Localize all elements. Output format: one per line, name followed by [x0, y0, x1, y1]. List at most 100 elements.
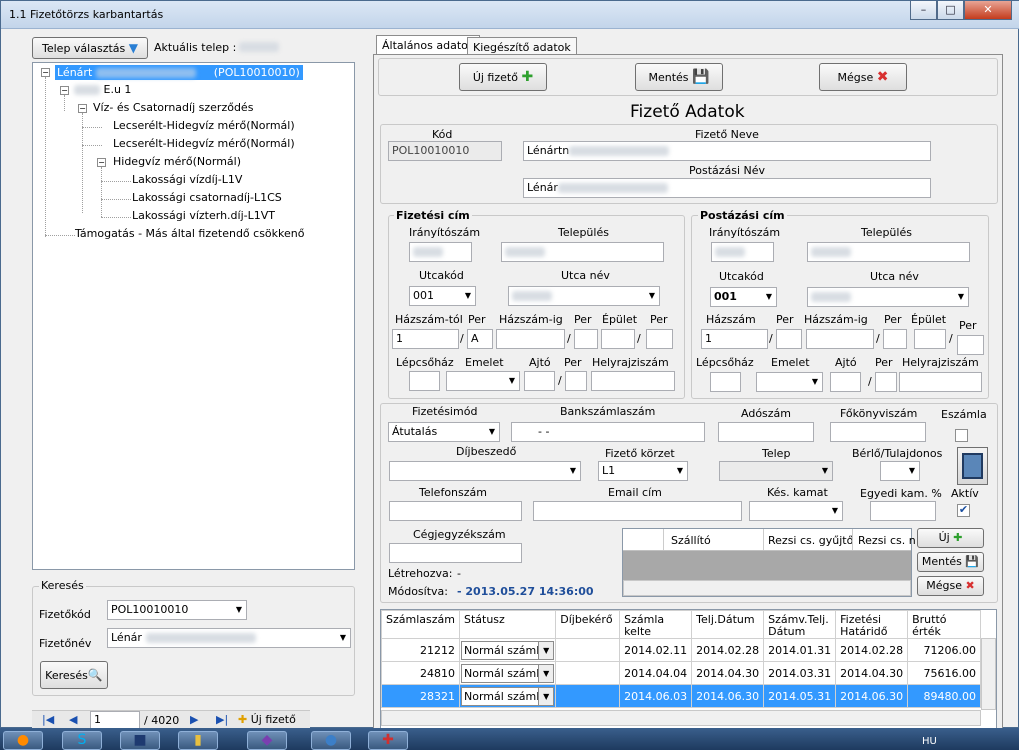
- maximize-button[interactable]: □: [937, 1, 964, 20]
- thunderbird-icon[interactable]: ●: [311, 731, 351, 750]
- col-accounting-date[interactable]: Számv.Telj. Dátum: [763, 610, 837, 639]
- postal-door-per-field[interactable]: [875, 372, 897, 392]
- tree-node-root[interactable]: Lénárt (POL10010010): [55, 65, 303, 80]
- billing-house-to-field[interactable]: [496, 329, 565, 349]
- table-row[interactable]: 24810 Normál számla ▼ 2014.04.04 2014.04.…: [381, 661, 981, 685]
- billing-building-field[interactable]: [601, 329, 635, 349]
- active-checkbox[interactable]: ✔: [957, 504, 970, 517]
- status-select[interactable]: Normál számla ▼: [460, 640, 555, 660]
- postal-street-select[interactable]: [807, 287, 969, 307]
- einvoice-checkbox[interactable]: [955, 429, 968, 442]
- supplier-grid-hscroll[interactable]: [623, 580, 911, 596]
- tab-altalanos[interactable]: Általános adatok: [376, 35, 481, 55]
- record-position-input[interactable]: 1: [90, 711, 140, 729]
- visual-studio-icon[interactable]: ◆: [247, 731, 287, 750]
- new-payer-nav-button[interactable]: ✚ Új fizető: [238, 713, 296, 726]
- billing-street-code-select[interactable]: 001: [409, 286, 476, 306]
- tree-node[interactable]: Lecserélt-Hidegvíz mérő(Normál): [113, 119, 295, 132]
- tab-kiegeszito[interactable]: Kiegészítő adatok: [467, 37, 577, 55]
- tree-node[interactable]: Lakossági csatornadíj-L1CS: [132, 191, 282, 204]
- tree-node[interactable]: Támogatás - Más által fizetendő csökkenő: [75, 227, 304, 240]
- late-interest-select[interactable]: [749, 501, 843, 521]
- postal-city-field[interactable]: [807, 242, 970, 262]
- billing-street-select[interactable]: [508, 286, 660, 306]
- tax-number-field[interactable]: [718, 422, 814, 442]
- last-record-icon[interactable]: ▶|: [216, 713, 228, 726]
- payer-name-field[interactable]: Lénártn: [523, 141, 931, 161]
- invoice-grid-vscroll[interactable]: [981, 638, 996, 710]
- col-status[interactable]: Státusz: [458, 610, 557, 639]
- postal-zip-field[interactable]: [711, 242, 774, 262]
- invoice-grid[interactable]: Számlaszám Státusz Díjbekérő Számla kelt…: [380, 609, 997, 729]
- tree-node[interactable]: Lakossági vízdíj-L1V: [132, 173, 242, 186]
- first-record-icon[interactable]: |◀: [42, 713, 54, 726]
- fee-collector-select[interactable]: [389, 461, 581, 481]
- phone-field[interactable]: [389, 501, 522, 521]
- postal-lot-field[interactable]: [899, 372, 982, 392]
- site-select[interactable]: [719, 461, 833, 481]
- status-select[interactable]: Normál számla ▼: [460, 663, 555, 683]
- table-row[interactable]: 28321 Normál számla ▼ 2014.06.03 2014.06.…: [381, 684, 981, 708]
- billing-per3-field[interactable]: [646, 329, 673, 349]
- cancel-button[interactable]: Mégse ✖: [819, 63, 907, 91]
- floppy-icon[interactable]: ■: [120, 731, 160, 750]
- payer-tree[interactable]: − Lénárt (POL10010010) − E.u 1 − Víz- és…: [32, 62, 355, 570]
- tree-node[interactable]: E.u 1: [74, 83, 131, 96]
- postal-street-code-select[interactable]: 001: [710, 287, 777, 307]
- prev-record-icon[interactable]: ◀: [69, 713, 77, 726]
- billing-house-from-field[interactable]: 1: [392, 329, 459, 349]
- edit-note-button[interactable]: [957, 447, 988, 485]
- tree-node[interactable]: Víz- és Csatornadíj szerződés: [93, 101, 253, 114]
- close-button[interactable]: ✕: [964, 1, 1012, 20]
- supplier-save-button[interactable]: Mentés 💾: [917, 552, 984, 572]
- tree-node[interactable]: Hidegvíz mérő(Normál): [113, 155, 241, 168]
- col-due-date[interactable]: Fizetési Határidő: [835, 610, 909, 639]
- invoice-grid-hscroll[interactable]: [381, 710, 981, 726]
- table-row[interactable]: 21212 Normál számla ▼ 2014.02.11 2014.02.…: [381, 638, 981, 662]
- supplier-grid[interactable]: Szállító Rezsi cs. gyűjtő Rezsi cs. n: [622, 528, 916, 597]
- postal-house-field[interactable]: 1: [701, 329, 768, 349]
- custom-interest-field[interactable]: [870, 501, 936, 521]
- next-record-icon[interactable]: ▶: [190, 713, 198, 726]
- save-button[interactable]: Mentés 💾: [635, 63, 723, 91]
- payer-code-select[interactable]: POL10010010: [107, 600, 247, 620]
- billing-per-field[interactable]: A: [467, 329, 493, 349]
- postal-per-field[interactable]: [776, 329, 802, 349]
- billing-door-field[interactable]: [524, 371, 555, 391]
- ledger-number-field[interactable]: [830, 422, 926, 442]
- postal-house-to-field[interactable]: [806, 329, 874, 349]
- language-indicator[interactable]: HU: [922, 736, 937, 747]
- payment-method-select[interactable]: Átutalás: [388, 422, 500, 442]
- skype-icon[interactable]: S: [62, 731, 102, 750]
- col-rezsi-collector[interactable]: Rezsi cs. gyűjtő: [768, 534, 853, 547]
- billing-lot-field[interactable]: [591, 371, 675, 391]
- billing-floor-select[interactable]: [446, 371, 520, 391]
- col-invoice-date[interactable]: Számla kelte: [619, 610, 693, 639]
- files-icon[interactable]: ▮: [178, 731, 218, 750]
- col-gross[interactable]: Bruttó érték: [907, 610, 981, 639]
- bank-account-field[interactable]: - -: [511, 422, 705, 442]
- tree-expander-icon[interactable]: −: [78, 104, 87, 113]
- col-fee-request[interactable]: Díjbekérő: [555, 610, 621, 639]
- tenant-owner-select[interactable]: [880, 461, 920, 481]
- billing-zip-field[interactable]: [409, 242, 472, 262]
- postal-name-field[interactable]: Lénár: [523, 178, 931, 198]
- col-supplier[interactable]: Szállító: [671, 534, 711, 547]
- code-field[interactable]: POL10010010: [388, 141, 502, 161]
- status-select[interactable]: Normál számla ▼: [460, 686, 555, 706]
- postal-per3-field[interactable]: [957, 335, 984, 355]
- search-button[interactable]: Keresés🔍: [40, 661, 108, 689]
- payer-name-select[interactable]: Lénár: [107, 628, 351, 648]
- new-payer-button[interactable]: Új fizető ✚: [459, 63, 547, 91]
- col-rezsi-n[interactable]: Rezsi cs. n: [858, 534, 916, 547]
- tree-expander-icon[interactable]: −: [60, 86, 69, 95]
- telep-select-button[interactable]: Telep választás ▼: [32, 37, 148, 59]
- email-field[interactable]: [533, 501, 742, 521]
- app-icon[interactable]: ✚: [368, 731, 408, 750]
- supplier-new-button[interactable]: Új ✚: [917, 528, 984, 548]
- billing-door-per-field[interactable]: [565, 371, 587, 391]
- postal-building-field[interactable]: [914, 329, 946, 349]
- firefox-icon[interactable]: ●: [3, 731, 43, 750]
- supplier-cancel-button[interactable]: Mégse ✖: [917, 576, 984, 596]
- company-reg-field[interactable]: [389, 543, 522, 563]
